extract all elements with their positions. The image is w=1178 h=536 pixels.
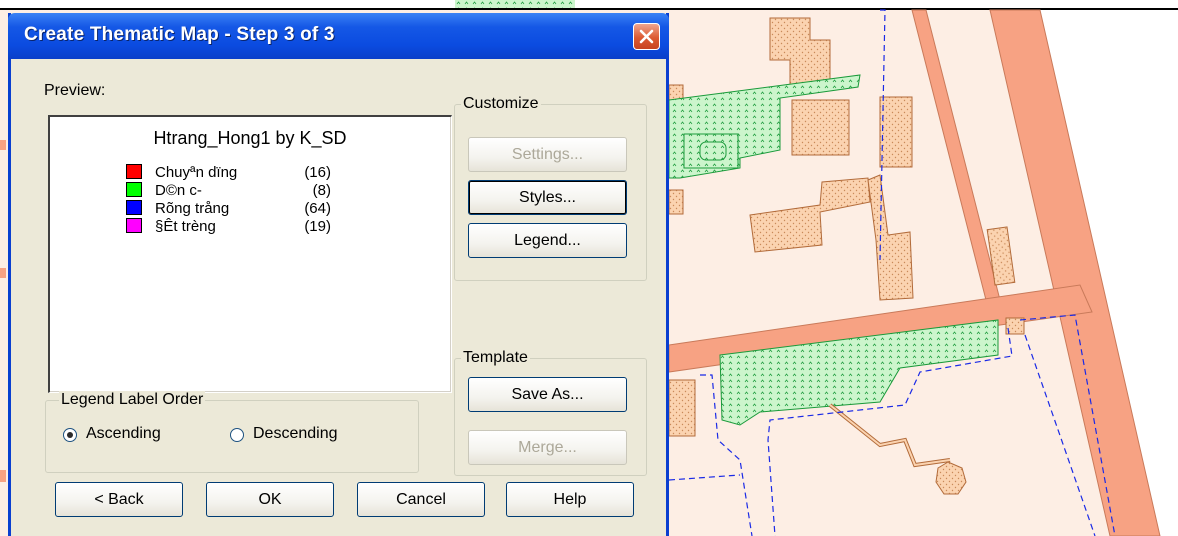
dialog-titlebar[interactable]: Create Thematic Map - Step 3 of 3	[8, 13, 669, 59]
preview-title: Htrang_Hong1 by K_SD	[153, 128, 347, 148]
styles-button[interactable]: Styles...	[468, 180, 627, 215]
radio-selected-dot	[67, 432, 73, 438]
legend-item-label: §Êt trèng	[155, 218, 216, 235]
dialog-title: Create Thematic Map - Step 3 of 3	[24, 24, 335, 45]
legend-swatch	[126, 200, 142, 215]
close-button[interactable]	[633, 23, 660, 50]
legend-button[interactable]: Legend...	[468, 223, 627, 258]
template-title: Template	[461, 349, 530, 367]
building-5	[879, 96, 913, 168]
thematic-map-dialog: Create Thematic Map - Step 3 of 3 Previe…	[8, 13, 669, 536]
template-group: Template Save As... Merge...	[454, 349, 647, 476]
ascending-label[interactable]: Ascending	[86, 425, 161, 443]
customize-group: Customize Settings... Styles... Legend..…	[454, 95, 647, 281]
cancel-button[interactable]: Cancel	[357, 482, 485, 517]
building-9	[668, 379, 696, 437]
legend-item-label: D©n c-	[155, 182, 202, 199]
legend-swatch	[126, 182, 142, 197]
legend-swatch	[126, 218, 142, 233]
map-left-mark-3	[0, 470, 6, 482]
legend-preview: Htrang_Hong1 by K_SD Chuyªn dïng (16) D©…	[48, 115, 452, 393]
ascending-radio[interactable]	[63, 428, 77, 442]
preview-label: Preview:	[44, 82, 106, 99]
building-2	[791, 99, 850, 156]
legend-swatch	[126, 164, 142, 179]
save-as-button[interactable]: Save As...	[468, 377, 627, 412]
customize-title: Customize	[461, 95, 541, 113]
help-button[interactable]: Help	[506, 482, 634, 517]
descending-radio[interactable]	[230, 428, 244, 442]
ok-button[interactable]: OK	[206, 482, 334, 517]
legend-item-count: (8)	[312, 182, 331, 199]
legend-order-group: Legend Label Order Ascending Descending	[45, 391, 419, 473]
legend-item-label: Rõng trång	[155, 200, 230, 217]
close-icon	[639, 29, 654, 44]
back-button[interactable]: < Back	[55, 482, 183, 517]
map-top-strip	[455, 0, 575, 8]
map-left-mark-1	[0, 140, 6, 150]
merge-button[interactable]: Merge...	[468, 430, 627, 465]
legend-item-count: (19)	[304, 218, 331, 235]
legend-item-count: (64)	[304, 200, 331, 217]
legend-order-title: Legend Label Order	[59, 391, 206, 409]
settings-button[interactable]: Settings...	[468, 137, 627, 172]
descending-label[interactable]: Descending	[253, 425, 338, 443]
building-8	[668, 189, 684, 215]
legend-item-label: Chuyªn dïng	[155, 164, 238, 181]
map-left-mark-2	[0, 268, 6, 278]
legend-item-count: (16)	[304, 164, 331, 181]
